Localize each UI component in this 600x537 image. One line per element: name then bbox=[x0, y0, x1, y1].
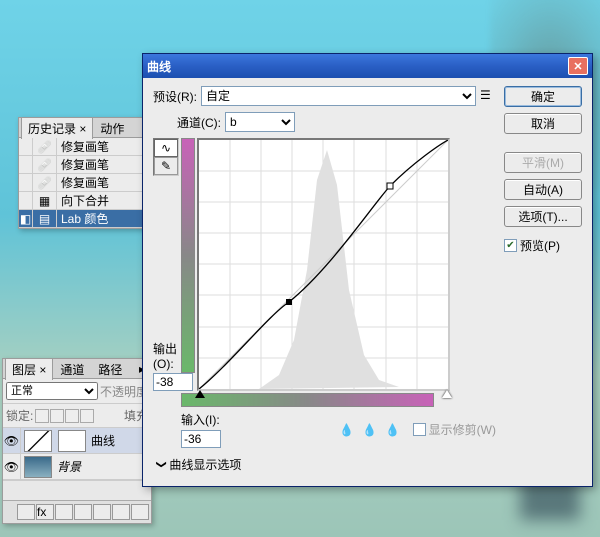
black-point-slider[interactable] bbox=[195, 390, 205, 398]
healing-brush-icon: 🩹 bbox=[37, 140, 52, 154]
chevron-right-icon: ❯ bbox=[156, 460, 167, 468]
curve-graph[interactable] bbox=[197, 138, 450, 391]
curve-pencil-tool[interactable]: ✎ bbox=[154, 157, 178, 175]
smooth-button: 平滑(M) bbox=[504, 152, 582, 173]
healing-brush-icon: 🩹 bbox=[37, 176, 52, 190]
black-eyedropper-icon[interactable]: 💧 bbox=[337, 421, 357, 439]
group-icon[interactable] bbox=[93, 504, 111, 520]
curve-display-options-toggle[interactable]: ❯ 曲线显示选项 bbox=[157, 456, 496, 473]
histogram bbox=[259, 150, 399, 389]
input-gradient bbox=[181, 393, 434, 407]
preset-select[interactable]: 自定 bbox=[201, 86, 476, 106]
lock-all-icon[interactable] bbox=[80, 409, 94, 423]
layers-palette: 图层 × 通道 路径 ▸ 正常 不透明度 锁定: 填充 👁 曲线 👁 背景 bbox=[2, 358, 152, 524]
healing-brush-icon: 🩹 bbox=[37, 158, 52, 172]
input-field[interactable] bbox=[181, 430, 221, 448]
fx-icon[interactable]: fx bbox=[36, 504, 54, 520]
new-layer-icon[interactable] bbox=[112, 504, 130, 520]
auto-button[interactable]: 自动(A) bbox=[504, 179, 582, 200]
visibility-toggle[interactable]: 👁 bbox=[3, 454, 21, 479]
layer-name[interactable]: 背景 bbox=[55, 458, 151, 475]
channel-label: 通道(C): bbox=[177, 114, 221, 131]
layer-thumb bbox=[24, 456, 52, 478]
history-item[interactable]: 🩹 修复画笔 bbox=[19, 156, 155, 174]
preview-checkbox[interactable]: ✔ 预览(P) bbox=[504, 237, 582, 254]
mode-change-icon: ▤ bbox=[39, 212, 50, 226]
visibility-toggle[interactable]: 👁 bbox=[3, 428, 21, 453]
layer-row[interactable]: 👁 曲线 bbox=[3, 428, 151, 454]
layers-footer: fx bbox=[3, 500, 151, 523]
history-item[interactable]: 🩹 修复画笔 bbox=[19, 138, 155, 156]
show-clipping-checkbox: 显示修剪(W) bbox=[413, 421, 496, 438]
history-source-icon[interactable]: ◧ bbox=[19, 210, 33, 227]
delete-icon[interactable] bbox=[131, 504, 149, 520]
curve-point-selected[interactable] bbox=[286, 299, 292, 305]
lock-pixels-icon[interactable] bbox=[50, 409, 64, 423]
white-eyedropper-icon[interactable]: 💧 bbox=[383, 421, 403, 439]
blend-mode-select[interactable]: 正常 bbox=[6, 382, 98, 400]
options-button[interactable]: 选项(T)... bbox=[504, 206, 582, 227]
layer-row[interactable]: 👁 背景 bbox=[3, 454, 151, 480]
curves-dialog: 曲线 ✕ 预设(R): 自定 ☰ 通道(C): b ∿ bbox=[142, 53, 593, 487]
channel-select[interactable]: b bbox=[225, 112, 295, 132]
adjustment-icon[interactable] bbox=[74, 504, 92, 520]
tab-layers[interactable]: 图层 × bbox=[5, 358, 53, 380]
white-point-slider[interactable] bbox=[442, 390, 452, 398]
history-tabs: 历史记录 × 动作 ▸ bbox=[19, 118, 155, 138]
link-layers-icon[interactable] bbox=[17, 504, 35, 520]
tab-paths[interactable]: 路径 bbox=[91, 358, 129, 380]
layer-mask-thumb[interactable] bbox=[58, 430, 86, 452]
cancel-button[interactable]: 取消 bbox=[504, 113, 582, 134]
tab-history[interactable]: 历史记录 × bbox=[21, 117, 93, 139]
tab-channels[interactable]: 通道 bbox=[53, 358, 91, 380]
output-label: 输出(O): bbox=[153, 340, 179, 371]
preset-menu-icon[interactable]: ☰ bbox=[480, 88, 496, 104]
close-button[interactable]: ✕ bbox=[568, 57, 588, 75]
dialog-title: 曲线 bbox=[147, 58, 171, 75]
output-field[interactable] bbox=[153, 373, 193, 391]
tab-actions[interactable]: 动作 bbox=[93, 117, 131, 139]
lock-position-icon[interactable] bbox=[65, 409, 79, 423]
curve-point[interactable] bbox=[387, 183, 393, 189]
history-list: 🩹 修复画笔 🩹 修复画笔 🩹 修复画笔 ▦ 向下合并 ◧ ▤ Lab 颜色 bbox=[19, 138, 155, 228]
lock-transparency-icon[interactable] bbox=[35, 409, 49, 423]
output-gradient bbox=[181, 138, 195, 373]
preset-label: 预设(R): bbox=[153, 88, 197, 105]
history-palette: 历史记录 × 动作 ▸ 🩹 修复画笔 🩹 修复画笔 🩹 修复画笔 ▦ 向下合并 … bbox=[18, 117, 156, 229]
opacity-label: 不透明度 bbox=[100, 383, 148, 400]
input-label: 输入(I): bbox=[181, 411, 220, 428]
titlebar[interactable]: 曲线 ✕ bbox=[143, 54, 592, 78]
curve-point-tool[interactable]: ∿ bbox=[154, 139, 178, 157]
adjustment-curves-icon bbox=[24, 430, 52, 452]
lock-label: 锁定: bbox=[6, 407, 33, 424]
history-item[interactable]: 🩹 修复画笔 bbox=[19, 174, 155, 192]
ok-button[interactable]: 确定 bbox=[504, 86, 582, 107]
history-item[interactable]: ▦ 向下合并 bbox=[19, 192, 155, 210]
checkbox-checked-icon: ✔ bbox=[504, 239, 517, 252]
merge-down-icon: ▦ bbox=[39, 194, 50, 208]
layer-list: 👁 曲线 👁 背景 bbox=[3, 428, 151, 480]
gray-eyedropper-icon[interactable]: 💧 bbox=[360, 421, 380, 439]
mask-icon[interactable] bbox=[55, 504, 73, 520]
history-item-selected[interactable]: ◧ ▤ Lab 颜色 bbox=[19, 210, 155, 228]
